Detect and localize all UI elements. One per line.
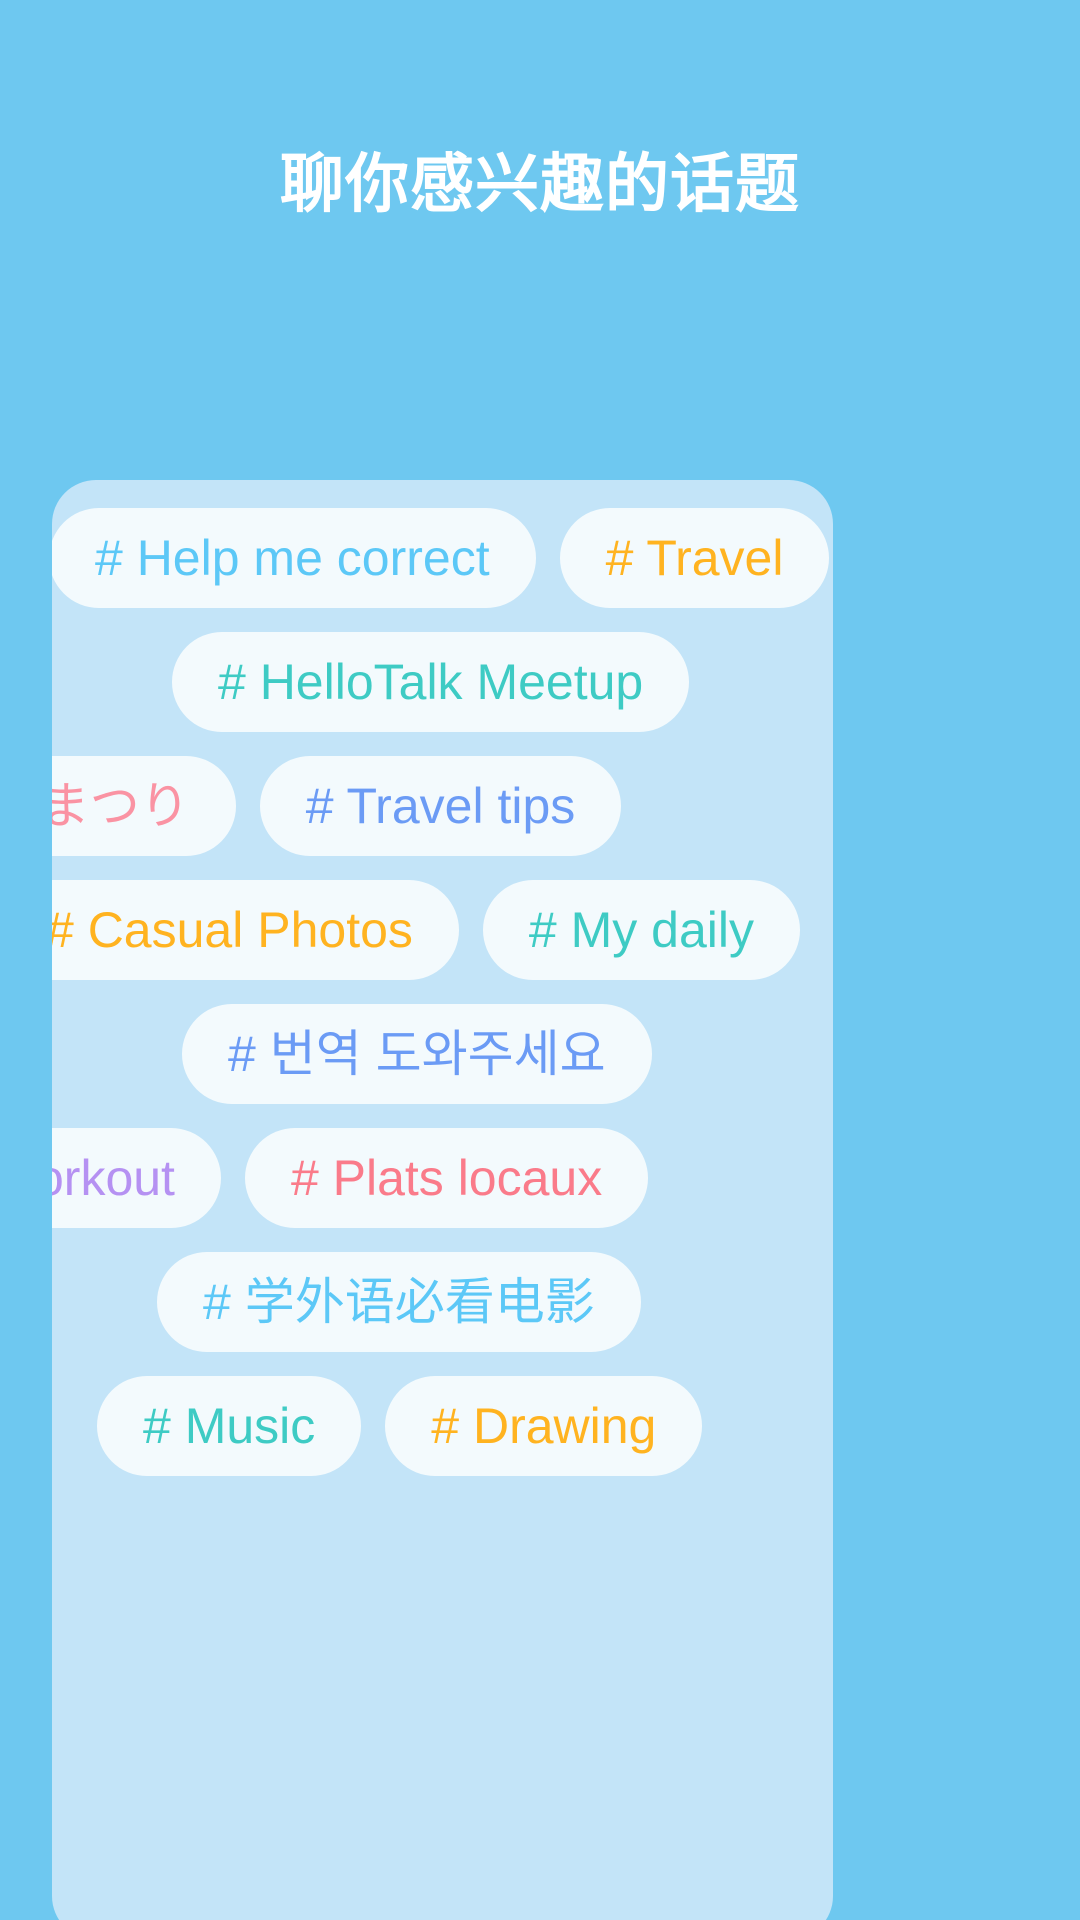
tag-row: # HelloTalk Meetup <box>172 632 833 732</box>
topic-tag[interactable]: # Music <box>97 1376 362 1476</box>
tag-row: # 번역 도와주세요 <box>182 1004 833 1104</box>
tag-row: # さくらまつり# Travel tips <box>52 756 622 856</box>
topic-tag[interactable]: # Workout <box>52 1128 221 1228</box>
topic-tag[interactable]: # Drawing <box>385 1376 703 1476</box>
tag-row: # Music # Drawing <box>97 1376 833 1476</box>
tag-row: # Workout# Plats locaux <box>52 1128 683 1228</box>
topic-tag[interactable]: # Travel <box>559 508 830 608</box>
screen-root: 聊你感兴趣的话题 # Help me correct # Travel # Hell… <box>0 0 1080 1920</box>
topic-tag[interactable]: # Casual Photos <box>52 880 459 980</box>
tag-row: # Casual Photos # My daily <box>52 880 800 980</box>
tag-row: # Help me correct # Travel <box>52 508 830 608</box>
topic-tag[interactable]: # 번역 도와주세요 <box>182 1004 652 1104</box>
topic-tag[interactable]: # HelloTalk Meetup <box>172 632 690 732</box>
topic-tag[interactable]: # My daily <box>482 880 800 980</box>
topic-tag[interactable]: # Travel tips <box>259 756 622 856</box>
topic-tag[interactable]: # さくらまつり <box>52 756 236 856</box>
topic-tag[interactable]: # Help me correct <box>52 508 536 608</box>
page-title: 聊你感兴趣的话题 <box>280 148 800 220</box>
tag-row: # 学外语必看电影 <box>157 1252 833 1352</box>
topic-tag-card: # Help me correct # Travel # HelloTalk Mee… <box>52 480 833 1920</box>
topic-tag[interactable]: # Plats locaux <box>244 1128 649 1228</box>
topic-tag[interactable]: # 学外语必看电影 <box>157 1252 641 1352</box>
